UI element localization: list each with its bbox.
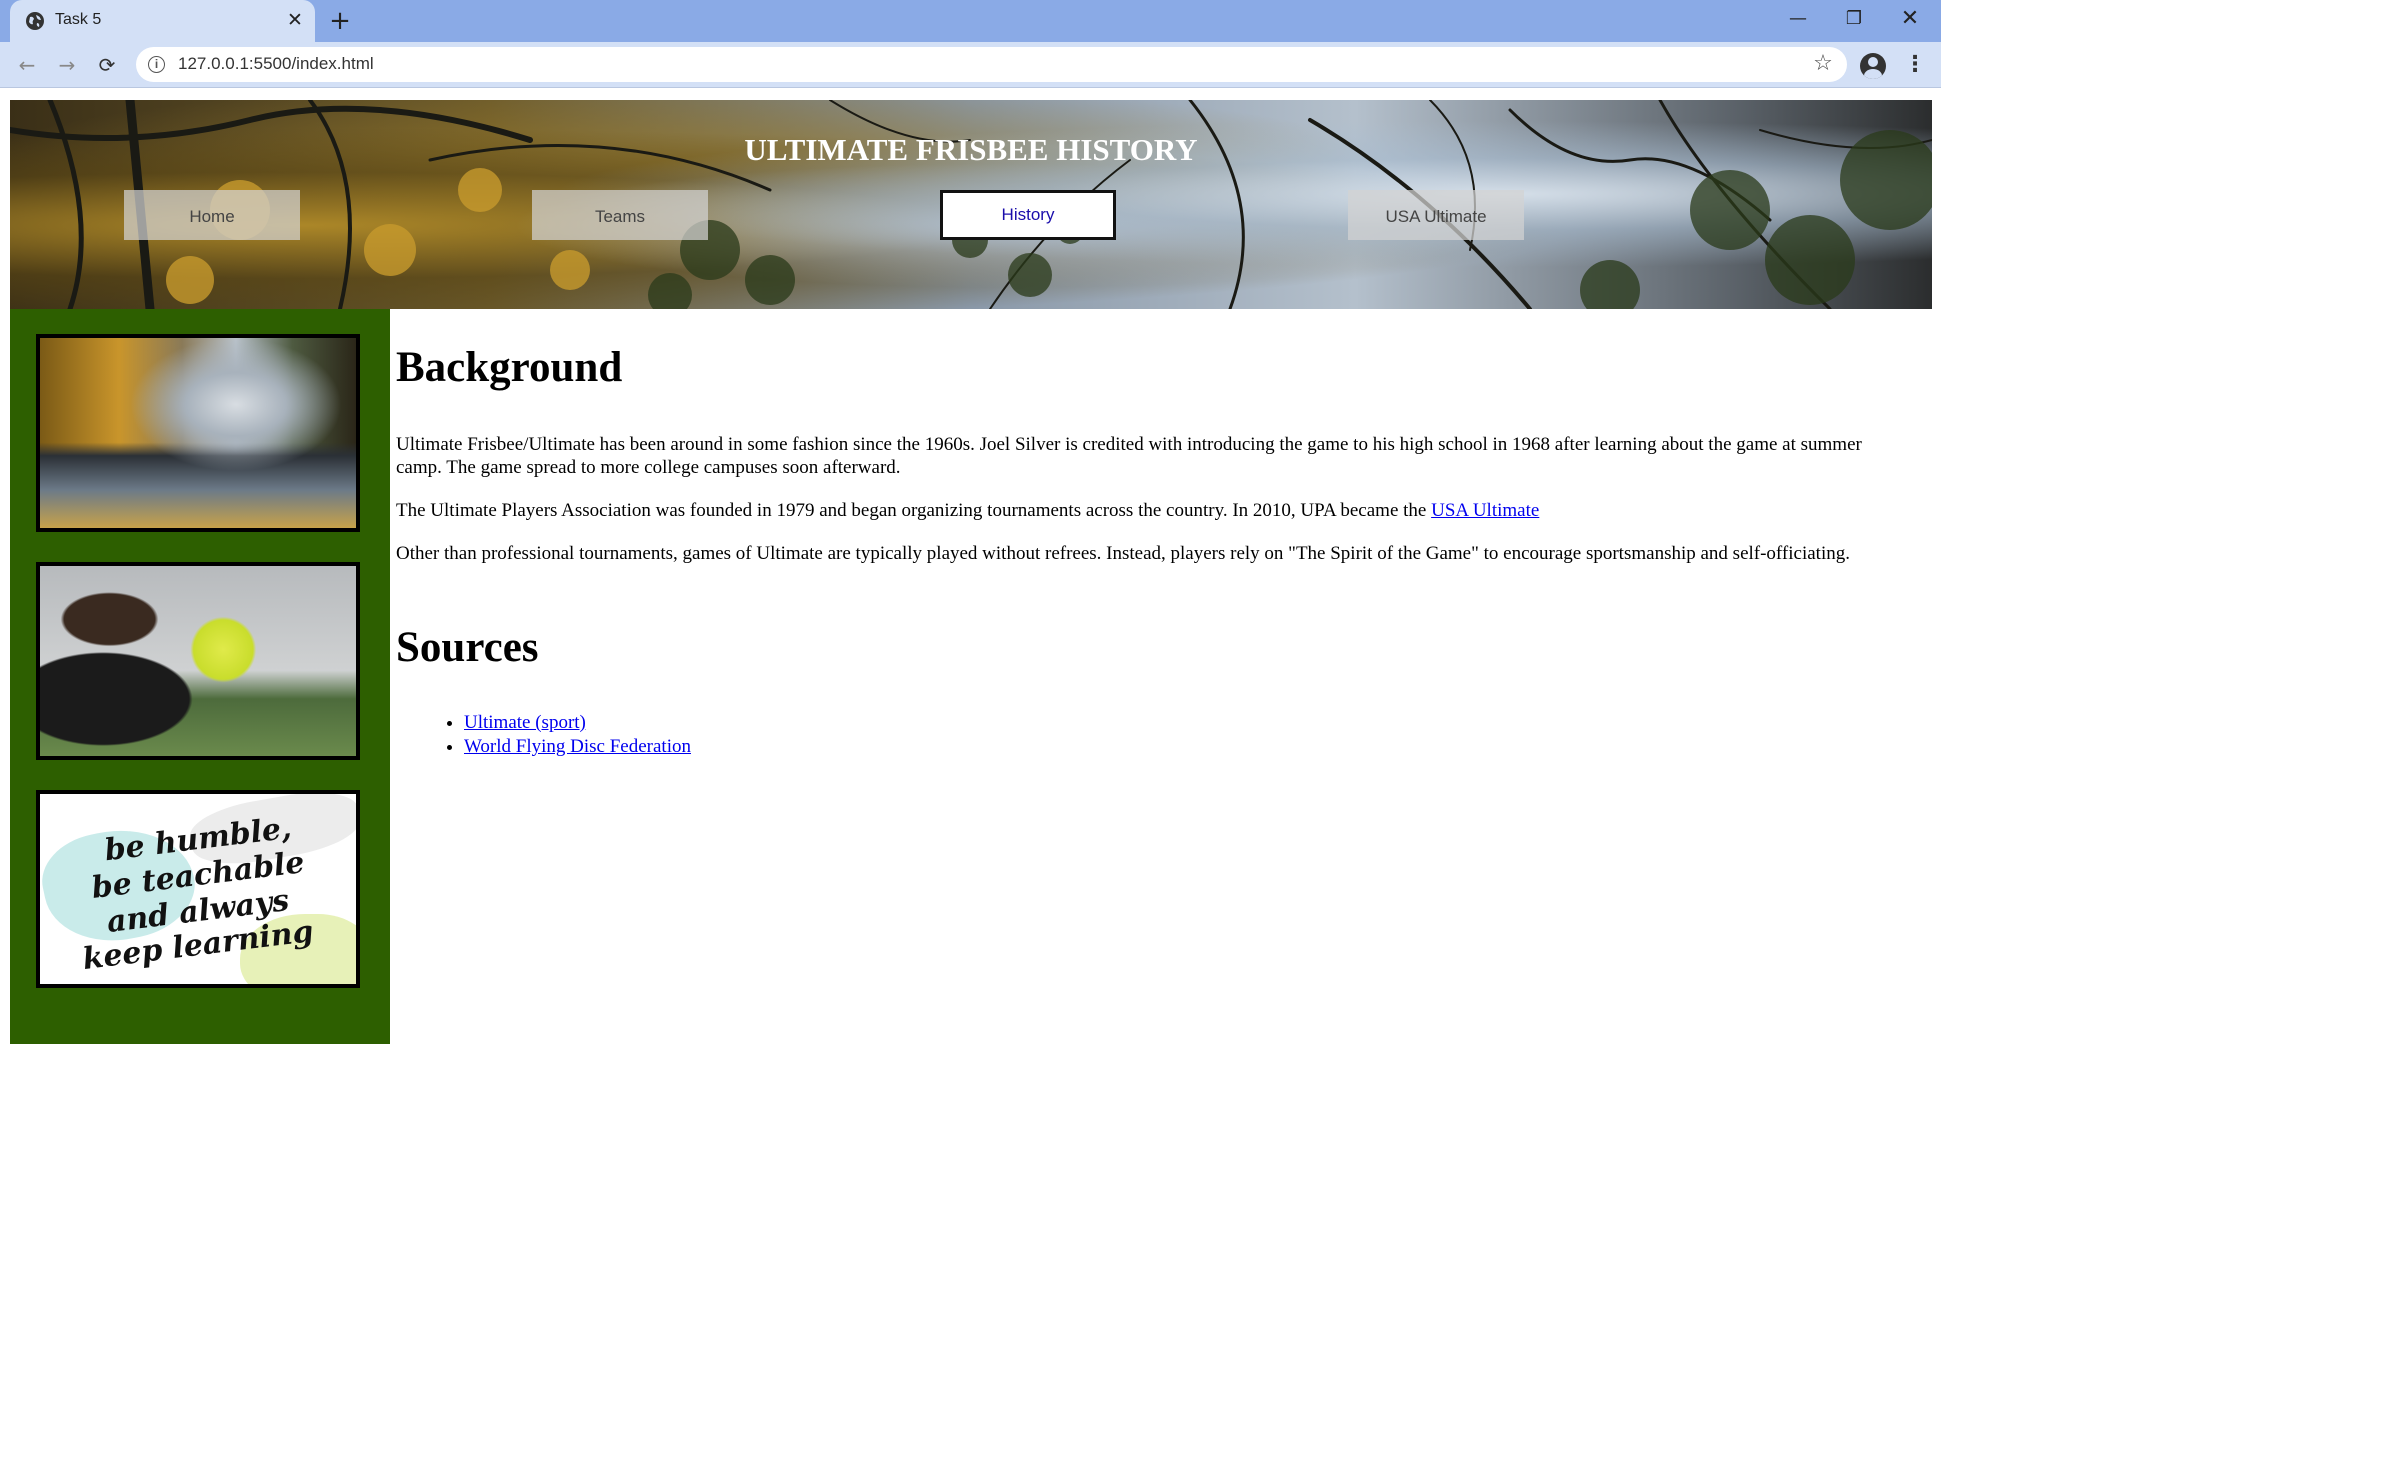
lake-forest-photo — [36, 334, 360, 532]
site-info-icon[interactable]: i — [148, 56, 165, 73]
usa-ultimate-link[interactable]: USA Ultimate — [1431, 500, 1539, 521]
browser-toolbar: ← → ⟳ i 127.0.0.1:5500/index.html ☆ ⋮ — [0, 42, 1941, 88]
sidebar: be humble, be teachable and always keep … — [10, 309, 390, 1044]
nav-link-teams[interactable]: Teams — [532, 190, 708, 240]
bookmark-star-icon[interactable]: ☆ — [1808, 49, 1838, 79]
quote-image: be humble, be teachable and always keep … — [36, 790, 360, 988]
list-item: World Flying Disc Federation — [464, 735, 691, 759]
paragraph-2-text: The Ultimate Players Association was fou… — [396, 500, 1432, 521]
tab-close-icon[interactable]: ✕ — [282, 7, 308, 33]
tab-title: Task 5 — [55, 11, 102, 28]
browser-tab[interactable]: Task 5 ✕ — [10, 0, 315, 42]
sources-heading: Sources — [396, 624, 539, 671]
source-link-ultimate-sport[interactable]: Ultimate (sport) — [464, 712, 586, 733]
browser-titlebar: Task 5 ✕ + — ❐ ✕ — [0, 0, 1941, 42]
profile-avatar-icon[interactable] — [1860, 53, 1886, 79]
background-heading: Background — [396, 344, 623, 391]
back-button[interactable]: ← — [12, 50, 42, 80]
sources-list: Ultimate (sport) World Flying Disc Feder… — [434, 711, 691, 759]
frisbee-player-photo — [36, 562, 360, 760]
nav-link-usa-ultimate[interactable]: USA Ultimate — [1348, 190, 1524, 240]
nav-link-home[interactable]: Home — [124, 190, 300, 240]
list-item: Ultimate (sport) — [464, 711, 691, 735]
background-paragraph-2: The Ultimate Players Association was fou… — [396, 499, 1901, 522]
minimize-button[interactable]: — — [1770, 0, 1826, 38]
site-title: ULTIMATE FRISBEE HISTORY — [744, 132, 1198, 167]
url-text[interactable]: 127.0.0.1:5500/index.html — [178, 54, 374, 74]
reload-button[interactable]: ⟳ — [92, 50, 122, 80]
new-tab-button[interactable]: + — [325, 6, 355, 36]
close-window-button[interactable]: ✕ — [1882, 0, 1938, 38]
nav-link-history[interactable]: History — [940, 190, 1116, 240]
maximize-button[interactable]: ❐ — [1826, 0, 1882, 38]
address-bar[interactable]: i 127.0.0.1:5500/index.html ☆ — [136, 47, 1847, 82]
background-paragraph-3: Other than professional tournaments, gam… — [396, 543, 1850, 564]
forward-button[interactable]: → — [52, 50, 82, 80]
browser-menu-icon[interactable]: ⋮ — [1900, 50, 1930, 80]
globe-icon — [26, 12, 44, 30]
source-link-wfdf[interactable]: World Flying Disc Federation — [464, 736, 691, 757]
page-header: ULTIMATE FRISBEE HISTORY Home Teams Hist… — [10, 100, 1932, 309]
background-paragraph-1: Ultimate Frisbee/Ultimate has been aroun… — [396, 434, 1862, 478]
